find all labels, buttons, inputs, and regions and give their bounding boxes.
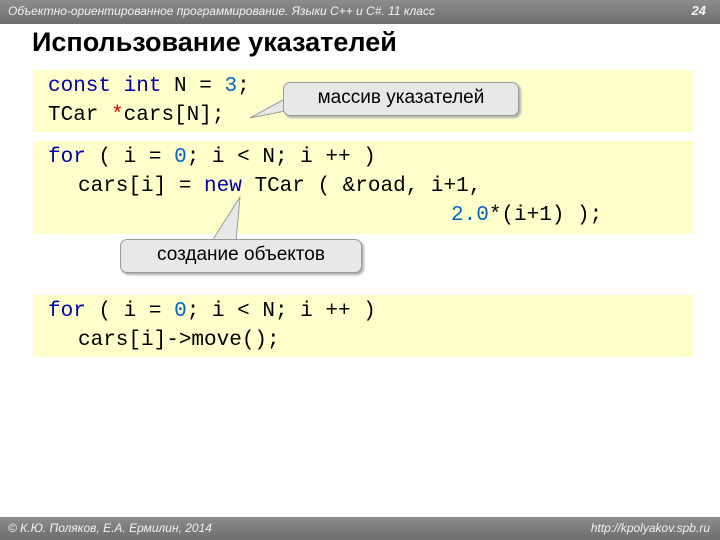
callout-pointer-array: массив указателей [283,82,519,116]
footer-site-link[interactable]: http://kpolyakov.spb.ru [591,521,710,535]
footer-bar: © К.Ю. Поляков, Е.А. Ермилин, 2014 http:… [0,517,720,540]
footer-authors: © К.Ю. Поляков, Е.А. Ермилин, 2014 [8,521,212,535]
callout-object-creation: создание объектов [120,239,362,273]
callout-objects-pointer [211,196,241,242]
